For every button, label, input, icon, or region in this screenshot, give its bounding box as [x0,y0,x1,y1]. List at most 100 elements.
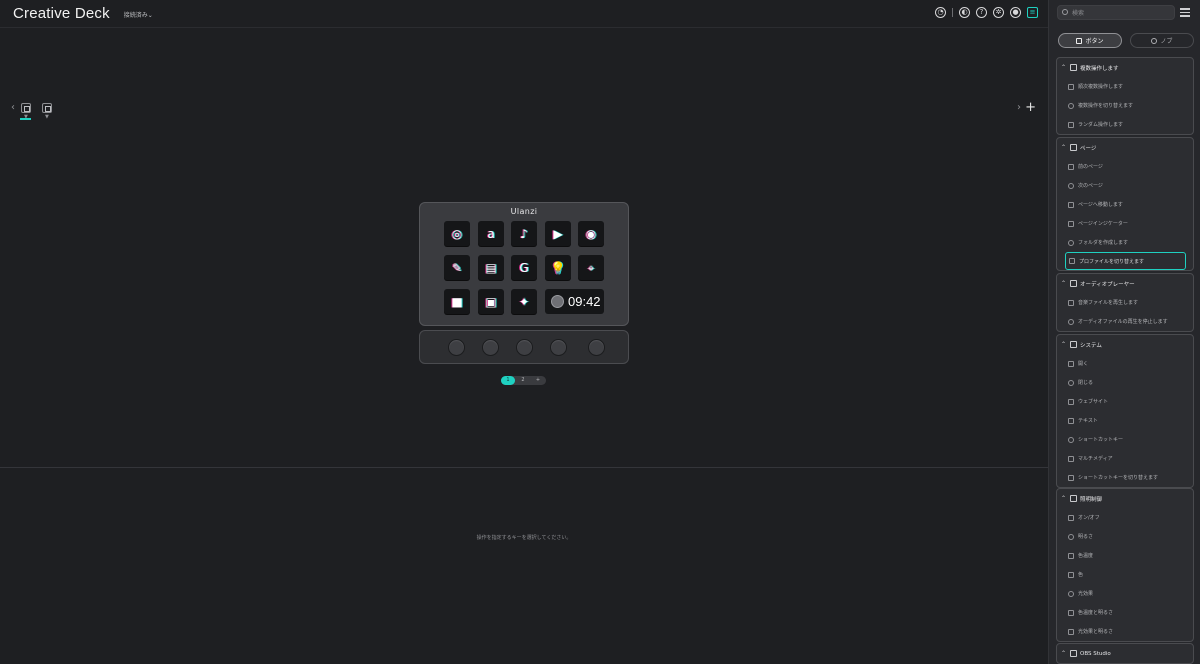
action-item[interactable]: 前のページ [1057,157,1193,176]
key-youtube[interactable]: ▶ [545,221,571,246]
search-input[interactable] [1072,8,1172,18]
key-clapper[interactable]: ▤ [478,255,504,280]
action-item[interactable]: ショートカットキーを切り替えます [1057,468,1193,487]
action-icon [1068,83,1074,90]
browser-icon[interactable]: ◐ [959,7,970,18]
device-preview: Ulanzi ◎ a ♪ ▶ ◉ ✎ ▤ G 💡 ⌖ ■ ▣ ✦ 09:42 [419,202,629,326]
action-item[interactable]: 順次複数操作します [1057,77,1193,96]
action-item[interactable]: 光効果と明るさ [1057,622,1193,641]
action-label: 音楽ファイルを再生します [1078,300,1139,306]
tab-knobs[interactable]: ノブ [1130,33,1194,48]
action-label: マルチメディア [1078,456,1113,462]
group-title: 照明制御 [1080,496,1103,503]
group-header[interactable]: ⌃ 照明制御 [1057,489,1193,508]
action-item[interactable]: オーディオファイルの再生を停止します [1057,312,1193,331]
knob-2[interactable] [482,339,499,356]
action-item[interactable]: テキスト [1057,411,1193,430]
action-icon [1068,121,1074,128]
action-item[interactable]: プロファイルを切り替えます [1065,252,1186,270]
knob-5[interactable] [588,339,605,356]
action-item[interactable]: 音楽ファイルを再生します [1057,293,1193,312]
profile-chip-1[interactable] [21,103,31,113]
key-google-icon: G [519,260,529,275]
action-item[interactable]: 次のページ [1057,176,1193,195]
action-item[interactable]: 色温度 [1057,546,1193,565]
chevron-right-icon[interactable]: › [1017,102,1021,113]
action-item[interactable]: フォルダを作成します [1057,233,1193,252]
tab-buttons[interactable]: ボタン [1058,33,1122,48]
key-location[interactable]: ⌖ [578,255,604,280]
action-item[interactable]: ショートカットキー [1057,430,1193,449]
group-header[interactable]: ⌃ 複数操作します [1057,58,1193,77]
action-item[interactable]: ウェブサイト [1057,392,1193,411]
group-header[interactable]: ⌃ OBS Studio [1057,644,1193,663]
action-icon [1068,379,1074,386]
group-header[interactable]: ⌃ オーディオプレーヤー [1057,274,1193,293]
knob-4[interactable] [550,339,567,356]
action-group: ⌃ オーディオプレーヤー音楽ファイルを再生しますオーディオファイルの再生を停止しま… [1056,273,1194,332]
group-title: ページ [1080,145,1097,152]
action-icon [1068,318,1074,325]
active-profile-indicator [20,118,31,120]
action-icon [1068,571,1074,578]
action-item[interactable]: 色温度と明るさ [1057,603,1193,622]
group-header[interactable]: ⌃ システム [1057,335,1193,354]
app-title: Creative Deck [13,5,110,22]
icon-separator [952,8,953,17]
action-item[interactable]: ランダム操作します [1057,115,1193,134]
action-group: ⌃ 複数操作します 順次複数操作します 複数操作を切り替えます ランダム操作します [1056,57,1194,135]
action-icon [1068,609,1074,616]
key-record[interactable]: ◉ [578,221,604,246]
panel-icon[interactable]: ≡ [1027,7,1038,18]
key-google[interactable]: G [511,255,537,280]
key-location-icon: ⌖ [587,260,595,275]
action-item[interactable]: 閉じる [1057,373,1193,392]
action-label: 色 [1078,572,1084,578]
pager-page-2[interactable]: 2 [516,376,530,385]
help-icon[interactable]: ? [976,7,987,18]
group-header[interactable]: ⌃ ページ [1057,138,1193,157]
pager-add[interactable]: + [531,376,545,385]
action-item[interactable]: オン/オフ [1057,508,1193,527]
clock-time: 09:42 [568,294,601,309]
chart-icon[interactable]: ◔ [935,7,946,18]
key-twitter[interactable]: ✦ [511,289,537,314]
action-icon [1068,360,1074,367]
account-icon[interactable]: ● [1010,7,1021,18]
chevron-left-icon[interactable]: ‹ [11,102,15,113]
action-item[interactable]: 複数操作を切り替えます [1057,96,1193,115]
action-label: 光効果 [1078,591,1094,597]
key-image[interactable]: ▣ [478,289,504,314]
action-label: 開く [1078,361,1089,367]
key-app-1-icon: ◎ [451,226,463,241]
key-app-1[interactable]: ◎ [444,221,470,246]
connection-status[interactable]: 接続済み⌄ [124,10,153,19]
pager-page-1[interactable]: 1 [501,376,515,385]
action-item[interactable]: 光効果 [1057,584,1193,603]
key-video[interactable]: ■ [444,289,470,314]
action-item[interactable]: 開く [1057,354,1193,373]
key-tiktok[interactable]: ♪ [511,221,537,246]
action-icon [1068,299,1074,306]
chevron-up-icon: ⌃ [1061,64,1067,71]
key-amazon[interactable]: a [478,221,504,246]
key-record-icon: ◉ [585,226,597,241]
action-icon [1068,455,1074,462]
knob-1[interactable] [448,339,465,356]
chevron-down-icon[interactable]: ▼ [45,114,49,120]
list-view-icon[interactable] [1180,8,1190,17]
key-clock[interactable]: 09:42 [545,289,604,314]
action-item[interactable]: ページへ移動します [1057,195,1193,214]
action-item[interactable]: ページインジケーター [1057,214,1193,233]
search-icon [1062,9,1068,15]
key-clapper-icon: ▤ [485,260,497,275]
action-item[interactable]: 明るさ [1057,527,1193,546]
profile-chip-2[interactable] [42,103,52,113]
settings-icon[interactable]: ✲ [993,7,1004,18]
add-profile-button[interactable]: + [1025,100,1036,115]
key-bulb[interactable]: 💡 [545,255,571,280]
action-item[interactable]: 色 [1057,565,1193,584]
knob-3[interactable] [516,339,533,356]
key-pen[interactable]: ✎ [444,255,470,280]
action-item[interactable]: マルチメディア [1057,449,1193,468]
